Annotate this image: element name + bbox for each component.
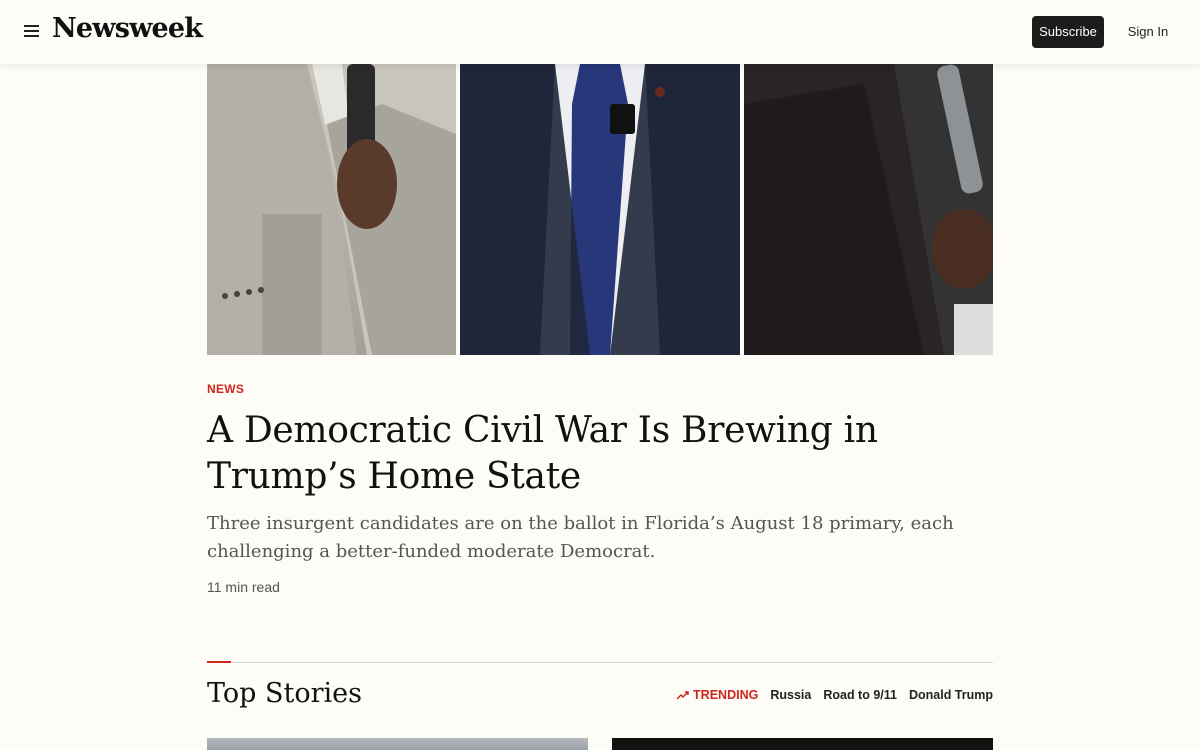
category-label[interactable]: NEWS xyxy=(207,382,244,396)
trending-label-text: TRENDING xyxy=(693,688,759,702)
trending-bar: TRENDING Russia Road to 9/11 Donald Trum… xyxy=(677,688,993,702)
top-stories-heading: Top Stories xyxy=(207,678,363,709)
trending-arrow-icon xyxy=(677,691,689,700)
hero-panel-left xyxy=(207,64,456,355)
section-divider-accent xyxy=(207,661,231,663)
subscribe-button[interactable]: Subscribe xyxy=(1032,16,1104,48)
read-time: 11 min read xyxy=(207,579,280,595)
lead-summary: Three insurgent candidates are on the ba… xyxy=(207,513,954,562)
site-header: Newsweek Subscribe Sign In xyxy=(0,0,1200,64)
trending-link-donald-trump[interactable]: Donald Trump xyxy=(909,688,993,702)
hero-panel-right xyxy=(744,64,993,355)
trending-link-road-to-911[interactable]: Road to 9/11 xyxy=(823,688,897,702)
trending-link-russia[interactable]: Russia xyxy=(770,688,811,702)
section-divider xyxy=(207,662,993,663)
lead-headline[interactable]: A Democratic Civil War Is Brewing in Tru… xyxy=(207,408,997,500)
top-story-image-2[interactable] xyxy=(612,738,993,750)
sign-in-link[interactable]: Sign In xyxy=(1120,16,1176,48)
newsweek-logo[interactable]: Newsweek xyxy=(52,13,203,44)
lead-story-image[interactable] xyxy=(207,64,993,355)
top-story-image-1[interactable] xyxy=(207,738,588,750)
hero-panel-center xyxy=(460,64,740,355)
hamburger-menu-icon[interactable] xyxy=(24,24,40,38)
trending-label: TRENDING xyxy=(677,688,758,702)
